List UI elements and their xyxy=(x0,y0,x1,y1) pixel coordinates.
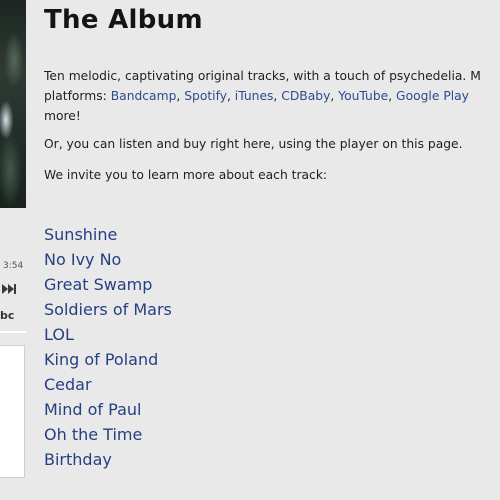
track-link-oh-the-time[interactable]: Oh the Time xyxy=(44,425,142,444)
intro-paragraph: Ten melodic, captivating original tracks… xyxy=(44,69,481,123)
link-itunes[interactable]: iTunes xyxy=(235,89,274,103)
track-list: Sunshine No Ivy No Great Swamp Soldiers … xyxy=(44,222,172,472)
intro-end: more! xyxy=(44,109,81,123)
divider xyxy=(0,331,26,333)
link-youtube[interactable]: YouTube xyxy=(338,89,388,103)
track-link-birthday[interactable]: Birthday xyxy=(44,450,112,469)
skip-forward-icon[interactable] xyxy=(0,282,24,296)
track-link-cedar[interactable]: Cedar xyxy=(44,375,92,394)
link-google-play[interactable]: Google Play xyxy=(396,89,469,103)
listen-paragraph: Or, you can listen and buy right here, u… xyxy=(44,137,463,151)
list-item: Soldiers of Mars xyxy=(44,297,172,322)
track-link-king-of-poland[interactable]: King of Poland xyxy=(44,350,158,369)
invite-paragraph: We invite you to learn more about each t… xyxy=(44,168,328,182)
album-art[interactable] xyxy=(0,0,26,208)
list-item: Mind of Paul xyxy=(44,397,172,422)
track-link-great-swamp[interactable]: Great Swamp xyxy=(44,275,152,294)
list-item: LOL xyxy=(44,322,172,347)
list-item: No Ivy No xyxy=(44,247,172,272)
platforms-prefix: platforms: xyxy=(44,89,111,103)
list-item: Oh the Time xyxy=(44,422,172,447)
player-panel xyxy=(0,345,25,478)
list-item: Cedar xyxy=(44,372,172,397)
list-item: Sunshine xyxy=(44,222,172,247)
track-time: 3:54 xyxy=(3,261,24,271)
music-player: 3:54 bc xyxy=(0,0,26,500)
list-item: Great Swamp xyxy=(44,272,172,297)
page-title: The Album xyxy=(44,5,203,35)
link-bandcamp[interactable]: Bandcamp xyxy=(111,89,177,103)
track-link-mind-of-paul[interactable]: Mind of Paul xyxy=(44,400,141,419)
list-item: King of Poland xyxy=(44,347,172,372)
track-link-lol[interactable]: LOL xyxy=(44,325,74,344)
link-spotify[interactable]: Spotify xyxy=(184,89,227,103)
list-item: Birthday xyxy=(44,447,172,472)
track-link-no-ivy-no[interactable]: No Ivy No xyxy=(44,250,121,269)
bandcamp-logo[interactable]: bc xyxy=(0,309,14,322)
link-cdbaby[interactable]: CDBaby xyxy=(281,89,330,103)
track-link-sunshine[interactable]: Sunshine xyxy=(44,225,117,244)
intro-text: Ten melodic, captivating original tracks… xyxy=(44,69,481,83)
track-link-soldiers-of-mars[interactable]: Soldiers of Mars xyxy=(44,300,172,319)
